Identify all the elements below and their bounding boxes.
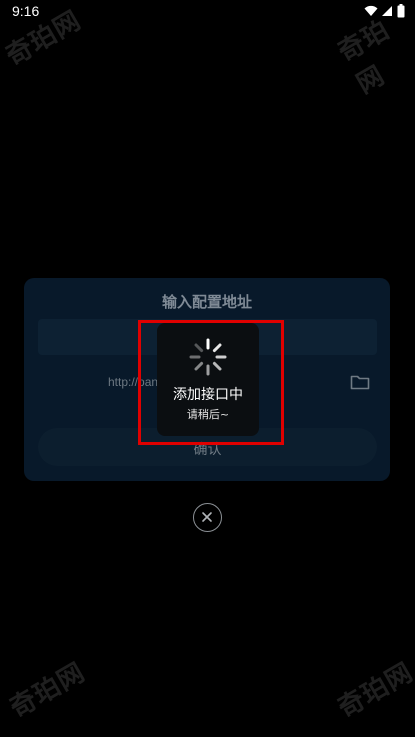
dialog-title: 输入配置地址 (161, 293, 252, 311)
folder-icon[interactable] (350, 374, 372, 392)
status-time: 9:16 (12, 3, 40, 19)
highlight-box (138, 320, 284, 445)
watermark: 奇珀网 (333, 657, 415, 724)
close-button[interactable] (193, 503, 222, 532)
watermark: 奇珀网 (5, 657, 91, 724)
close-icon (202, 512, 212, 522)
screen: 9:16 奇珀网 奇珀网 奇珀网 奇珀网 输入配置地址 心魔线路 http://… (0, 0, 415, 737)
